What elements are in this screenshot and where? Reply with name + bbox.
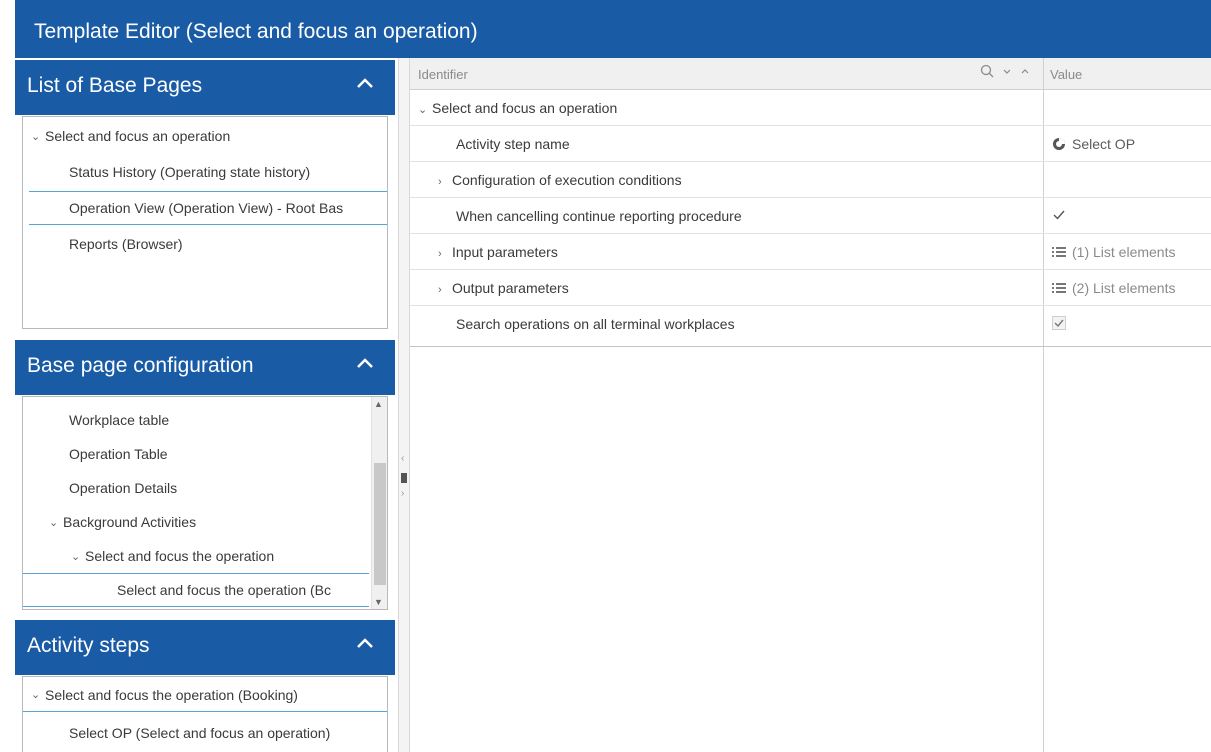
row-value[interactable]: Select OP (1052, 136, 1135, 152)
list-icon (1052, 247, 1066, 257)
base-pages-header[interactable]: List of Base Pages (15, 60, 395, 115)
chevron-right-icon[interactable]: › (438, 284, 452, 296)
tree-item-label: Select OP (Select and focus an operation… (69, 725, 331, 741)
grid-row-execution-conditions[interactable]: › Configuration of execution conditions (410, 162, 1211, 198)
tree-item-select-focus[interactable]: ⌄ Select and focus an operation (31, 119, 381, 153)
checkbox-checked-icon[interactable] (1052, 208, 1066, 222)
title-bar: Template Editor (Select and focus an ope… (0, 0, 1211, 58)
grid-row-cancel-continue[interactable]: When cancelling continue reporting proce… (410, 198, 1211, 234)
tree-item-label: Workplace table (69, 412, 170, 428)
grid-row-activity-step-name[interactable]: Activity step name Select OP (410, 126, 1211, 162)
checkbox-checked-icon[interactable] (1052, 316, 1066, 330)
chevron-right-icon[interactable]: › (438, 176, 452, 188)
tree-item-reports[interactable]: Reports (Browser) (69, 227, 385, 261)
scrollbar-thumb[interactable] (374, 463, 386, 585)
tree-item-label: Status History (Operating state history) (69, 164, 311, 180)
row-value[interactable]: (2) List elements (1052, 280, 1175, 296)
tree-item-label: Background Activities (63, 514, 197, 530)
chevron-up-icon[interactable] (353, 632, 377, 656)
chevron-down-icon[interactable]: ⌄ (31, 130, 45, 143)
tree-item-select-focus-op[interactable]: ⌄ Select and focus the operation (71, 539, 369, 573)
tree-item-label: Select and focus an operation (45, 128, 231, 144)
tree-item-select-focus-op-booking[interactable]: Select and focus the operation (Bc (23, 573, 369, 607)
tree-item-label: Operation Details (69, 480, 178, 496)
tree-item-workplace-table[interactable]: Workplace table (69, 403, 369, 437)
tree-item-operation-details[interactable]: Operation Details (69, 471, 369, 505)
list-icon (1052, 283, 1066, 293)
tree-item-status-history[interactable]: Status History (Operating state history) (69, 155, 385, 189)
tree-item-label: Reports (Browser) (69, 236, 183, 252)
grid-header: Identifier Value (410, 58, 1211, 90)
globe-icon (1053, 138, 1065, 150)
header-tools (980, 64, 1030, 78)
grid-row-output-parameters[interactable]: › Output parameters (2) List elements (410, 270, 1211, 306)
chevron-down-icon[interactable]: ⌄ (71, 550, 85, 563)
tree-item-label: Select and focus the operation (Booking) (45, 686, 298, 703)
tree-item-activity-booking[interactable]: ⌄ Select and focus the operation (Bookin… (23, 678, 387, 712)
left-pane: List of Base Pages ⌄ Select and focus an… (15, 58, 398, 752)
chevron-down-icon[interactable]: ⌄ (418, 103, 432, 116)
scrollbar[interactable]: ▲ ▼ (371, 397, 387, 609)
row-label: Input parameters (452, 244, 558, 260)
expand-toggle[interactable]: › Input parameters (438, 244, 558, 260)
row-label: Activity step name (456, 136, 570, 152)
chevron-down-icon[interactable] (1002, 64, 1012, 78)
value-text: (1) List elements (1072, 244, 1176, 260)
value-text: (2) List elements (1072, 280, 1176, 296)
activity-steps-header[interactable]: Activity steps (15, 620, 395, 675)
base-config-list: Workplace table Operation Table Operatio… (22, 396, 388, 610)
grid-row-input-parameters[interactable]: › Input parameters (1) List elements (410, 234, 1211, 270)
expand-toggle[interactable]: › Output parameters (438, 280, 569, 296)
row-label: Output parameters (452, 280, 569, 296)
scroll-up-icon[interactable]: ▲ (374, 399, 383, 409)
chevron-up-icon[interactable] (1020, 64, 1030, 78)
tree-item-label: Operation View (Operation View) - Root B… (69, 200, 344, 216)
tree-item-label: Select and focus the operation (Bc (117, 582, 332, 598)
identifier-column-header[interactable]: Identifier (418, 67, 468, 82)
chevron-right-icon[interactable]: › (438, 248, 452, 260)
tree-item-label: Select and focus the operation (85, 548, 275, 564)
row-value[interactable]: (1) List elements (1052, 244, 1175, 260)
row-label: Select and focus an operation (432, 100, 618, 116)
row-value[interactable] (1052, 208, 1066, 222)
grid-row-search-all-workplaces[interactable]: Search operations on all terminal workpl… (410, 306, 1211, 342)
expand-toggle[interactable]: ⌄ Select and focus an operation (418, 100, 617, 116)
value-column-header[interactable]: Value (1050, 67, 1082, 82)
search-icon[interactable] (980, 64, 994, 78)
scroll-down-icon[interactable]: ▼ (374, 597, 383, 607)
activity-steps-list: ⌄ Select and focus the operation (Bookin… (22, 676, 388, 752)
tree-item-operation-table[interactable]: Operation Table (69, 437, 369, 471)
row-value[interactable] (1052, 316, 1066, 330)
activity-steps-title: Activity steps (27, 634, 150, 657)
base-config-header[interactable]: Base page configuration (15, 340, 395, 395)
expand-toggle[interactable]: › Configuration of execution conditions (438, 172, 682, 188)
tree-item-operation-view[interactable]: Operation View (Operation View) - Root B… (29, 191, 387, 225)
tree-item-background-activities[interactable]: ⌄ Background Activities (49, 505, 369, 539)
base-pages-title: List of Base Pages (27, 74, 203, 97)
window-title: Template Editor (Select and focus an ope… (34, 20, 478, 43)
base-config-title: Base page configuration (27, 354, 254, 377)
chevron-left-icon[interactable]: ‹ (401, 453, 404, 464)
property-grid: Identifier Value ⌄ Select and focus an op… (410, 58, 1211, 752)
chevron-up-icon[interactable] (353, 72, 377, 96)
splitter-grip[interactable] (401, 473, 407, 483)
grid-row-group[interactable]: ⌄ Select and focus an operation (410, 90, 1211, 126)
chevron-right-icon[interactable]: › (401, 488, 404, 499)
chevron-down-icon[interactable]: ⌄ (31, 688, 45, 701)
row-label: Search operations on all terminal workpl… (456, 316, 735, 332)
chevron-down-icon[interactable]: ⌄ (49, 516, 63, 529)
chevron-up-icon[interactable] (353, 352, 377, 376)
pane-splitter[interactable]: ‹ › (398, 58, 410, 752)
row-label: Configuration of execution conditions (452, 172, 682, 188)
grid-bottom-rule (410, 346, 1211, 347)
base-pages-list: ⌄ Select and focus an operation Status H… (22, 116, 388, 329)
tree-item-label: Operation Table (69, 446, 168, 462)
row-label: When cancelling continue reporting proce… (456, 208, 742, 224)
tree-item-select-op[interactable]: Select OP (Select and focus an operation… (69, 716, 385, 750)
value-text: Select OP (1072, 136, 1136, 152)
